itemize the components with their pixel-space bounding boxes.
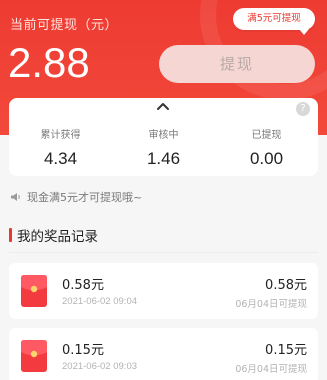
- stat-reviewing-label: 审核中: [148, 130, 179, 141]
- record-time: 2021-06-02 09:03: [62, 361, 138, 372]
- red-envelope-icon: [21, 340, 47, 372]
- stat-withdrawn-value: 0.00: [249, 149, 284, 168]
- withdraw-notice-text: 现金满5元才可提现哦~: [27, 191, 143, 204]
- withdraw-button[interactable]: 提现: [159, 45, 315, 83]
- record-status: 06月04日可提现: [235, 364, 307, 375]
- stat-reviewing-value: 1.46: [146, 149, 181, 168]
- divider: [9, 252, 318, 253]
- withdraw-notice: 现金满5元才可提现哦~: [10, 189, 142, 205]
- record-amount: 0.15元: [265, 343, 307, 358]
- red-envelope-icon: [21, 275, 47, 307]
- stat-withdrawn-label: 已提现: [251, 130, 282, 141]
- stat-earned-value: 4.34: [43, 149, 78, 168]
- list-item[interactable]: 0.15元 2021-06-02 09:03 0.15元 06月04日可提现: [9, 328, 318, 380]
- stat-reviewing: 审核中 1.46: [112, 126, 215, 169]
- stats-card: ? 累计获得 4.34 审核中 1.46 已提现 0.00: [9, 98, 318, 176]
- stat-earned-label: 累计获得: [40, 130, 81, 141]
- record-amount: 0.58元: [265, 278, 307, 293]
- records-section-title: 我的奖品记录: [9, 225, 98, 245]
- balance-label: 当前可提现（元）: [10, 18, 119, 33]
- record-title: 0.15元: [62, 343, 104, 358]
- withdraw-threshold-tip: 满5元可提现: [233, 8, 315, 35]
- record-time: 2021-06-02 09:04: [62, 296, 138, 307]
- stat-withdrawn: 已提现 0.00: [215, 126, 318, 169]
- chevron-up-icon[interactable]: [156, 100, 170, 114]
- record-status: 06月04日可提现: [235, 299, 307, 310]
- question-icon[interactable]: ?: [296, 102, 310, 116]
- list-item[interactable]: 0.58元 2021-06-02 09:04 0.58元 06月04日可提现: [9, 263, 318, 319]
- balance-amount: 2.88: [8, 39, 90, 86]
- records-title: 我的奖品记录: [17, 229, 98, 245]
- speaker-icon: [11, 193, 20, 201]
- stat-earned: 累计获得 4.34: [9, 126, 112, 169]
- section-accent-bar: [9, 228, 12, 242]
- record-title: 0.58元: [62, 278, 104, 293]
